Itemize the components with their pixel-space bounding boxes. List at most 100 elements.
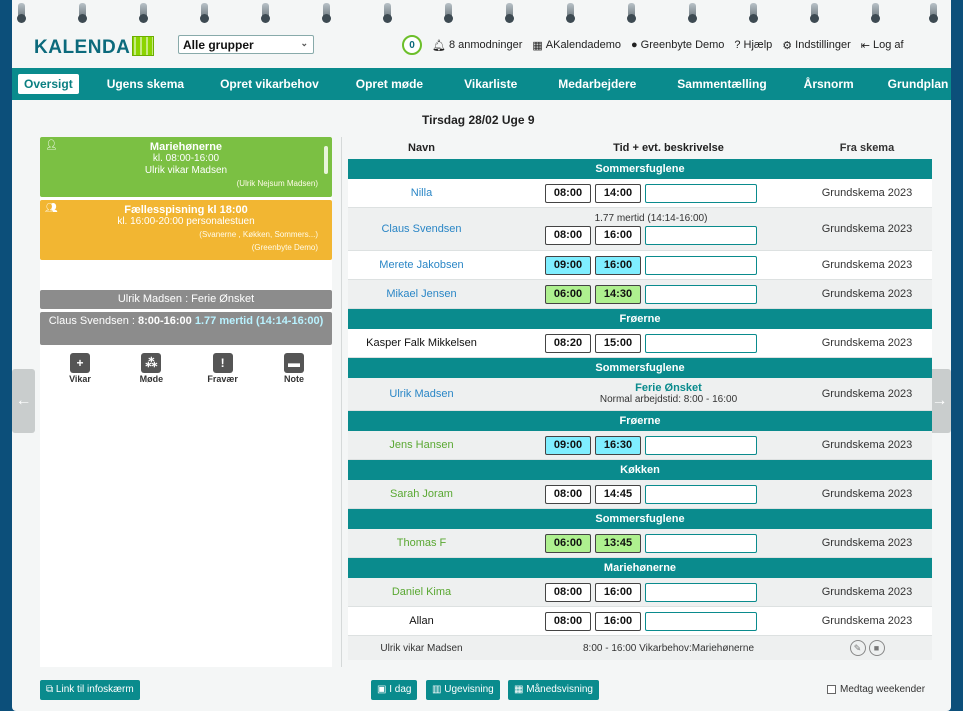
event-title: Fællesspisning kl 18:00 (124, 204, 248, 216)
absence-claus[interactable]: Claus Svendsen : 8:00-16:00 1.77 mertid … (40, 312, 332, 345)
month-view-button[interactable]: ▦ Månedsvisning (508, 680, 599, 700)
end-time[interactable]: 14:45 (595, 484, 641, 504)
end-time[interactable]: 13:45 (595, 533, 641, 553)
end-time[interactable]: 15:00 (595, 333, 641, 353)
vikar-row: Ulrik vikar Madsen 8:00 - 16:00 Vikarbeh… (348, 636, 932, 660)
add-absence-button[interactable]: ! Fravær (203, 353, 243, 384)
description-input[interactable] (645, 226, 757, 245)
description-input[interactable] (645, 611, 757, 631)
source-label: Grundskema 2023 (821, 586, 913, 598)
end-time[interactable]: 16:00 (595, 611, 641, 631)
help-link[interactable]: ? Hjælp (734, 39, 772, 51)
start-time[interactable]: 08:00 (545, 183, 591, 203)
table-row: Allan 08:00 16:00 Grundskema 2023 (348, 607, 932, 636)
weekend-checkbox[interactable] (827, 685, 836, 694)
nav-opret-vikarbehov[interactable]: Opret vikarbehov (220, 77, 319, 91)
employee-name[interactable]: Sarah Joram (348, 488, 495, 500)
event-card-mariehonerne[interactable]: 👤︎ Mariehønerne kl. 08:00-16:00 Ulrik vi… (40, 137, 332, 197)
start-time[interactable]: 09:00 (545, 435, 591, 455)
grid-icon: ▦ (514, 684, 524, 695)
description-input[interactable] (645, 533, 757, 553)
note-icon: ▬ (283, 353, 304, 373)
prev-day-arrow[interactable]: ← (12, 369, 35, 433)
start-time[interactable]: 08:00 (545, 484, 591, 504)
nav-oversigt[interactable]: Oversigt (18, 74, 79, 94)
end-time[interactable]: 14:30 (595, 284, 641, 304)
start-time[interactable]: 08:00 (545, 582, 591, 602)
description-input[interactable] (645, 183, 757, 203)
add-meeting-button[interactable]: ⁂ Møde (131, 353, 171, 384)
group-header: Køkken (348, 460, 932, 480)
employee-name[interactable]: Jens Hansen (348, 439, 495, 451)
user-link[interactable]: ● Greenbyte Demo (631, 39, 724, 51)
settings-link[interactable]: ⚙ Indstillinger (782, 39, 851, 52)
edit-icon[interactable]: ✎ (849, 640, 866, 656)
end-time[interactable]: 16:00 (595, 226, 641, 245)
group-select[interactable]: Alle grupper ⌄ (178, 35, 314, 54)
week-view-button[interactable]: ▥ Ugevisning (426, 680, 500, 700)
event-card-faellesspisning[interactable]: 👥︎ Fællesspisning kl 18:00 kl. 16:00-20:… (40, 200, 332, 260)
infoscreen-link-button[interactable]: ⧉ Link til infoskærm (40, 680, 140, 700)
group-header: Frøerne (348, 411, 932, 431)
employee-name[interactable]: Allan (348, 615, 495, 627)
nav-ugens-skema[interactable]: Ugens skema (107, 77, 184, 91)
end-time[interactable]: 14:00 (595, 183, 641, 203)
notification-count-badge[interactable]: 0 (402, 35, 422, 55)
logo[interactable]: KALENDA (34, 36, 155, 59)
app-frame: KALENDA Alle grupper ⌄ 0 🔔︎ 8 anmodninger… (12, 0, 951, 711)
event-sub: (Svanerne , Køkken, Sommers...) (199, 230, 318, 239)
calendar-icon: ▣ (377, 684, 387, 695)
user-icon: ● (631, 39, 638, 51)
bell-icon: 🔔︎ (432, 39, 446, 52)
end-time[interactable]: 16:30 (595, 435, 641, 455)
nav-vikarliste[interactable]: Vikarliste (464, 77, 517, 91)
employee-name[interactable]: Ulrik Madsen (348, 388, 495, 400)
nav-aarsnorm[interactable]: Årsnorm (804, 77, 854, 91)
requests-link[interactable]: 🔔︎ 8 anmodninger (432, 39, 522, 52)
start-time[interactable]: 08:00 (545, 611, 591, 631)
description-input[interactable] (645, 484, 757, 504)
end-time[interactable]: 16:00 (595, 582, 641, 602)
source-label: Grundskema 2023 (821, 337, 913, 349)
start-time[interactable]: 09:00 (545, 255, 591, 275)
column-divider (341, 137, 342, 667)
description-input[interactable] (645, 255, 757, 275)
employee-name[interactable]: Nilla (348, 187, 495, 199)
arrow-right-icon: → (931, 392, 948, 409)
description-input[interactable] (645, 435, 757, 455)
start-time[interactable]: 06:00 (545, 533, 591, 553)
start-time[interactable]: 08:00 (545, 226, 591, 245)
employee-name[interactable]: Thomas F (348, 537, 495, 549)
start-time[interactable]: 08:20 (545, 333, 591, 353)
nav-sammentaelling[interactable]: Sammentælling (677, 77, 766, 91)
description-input[interactable] (645, 333, 757, 353)
employee-name[interactable]: Kasper Falk Mikkelsen (348, 337, 495, 349)
card-scrollbar[interactable] (324, 146, 328, 174)
quick-actions: + Vikar ⁂ Møde ! Fravær ▬ Note (40, 353, 332, 384)
source-label: Grundskema 2023 (821, 488, 913, 500)
employee-name[interactable]: Claus Svendsen (348, 223, 495, 235)
external-link-icon: ⧉ (46, 684, 54, 695)
org-link[interactable]: ▦ AKalendademo (532, 39, 621, 52)
event-time: kl. 08:00-16:00 (152, 153, 220, 164)
description-input[interactable] (645, 582, 757, 602)
delete-icon[interactable]: ■ (868, 640, 885, 656)
employee-name[interactable]: Merete Jakobsen (348, 259, 495, 271)
description-input[interactable] (645, 284, 757, 304)
absence-ulrik[interactable]: Ulrik Madsen : Ferie Ønsket (40, 290, 332, 309)
employee-name[interactable]: Mikael Jensen (348, 288, 495, 300)
today-button[interactable]: ▣ I dag (371, 680, 418, 700)
add-note-button[interactable]: ▬ Note (274, 353, 314, 384)
add-vikar-button[interactable]: + Vikar (60, 353, 100, 384)
logout-link[interactable]: ⇤ Log af (861, 39, 904, 52)
table-row: Merete Jakobsen 09:00 16:00 Grundskema 20… (348, 251, 932, 280)
employee-name[interactable]: Daniel Kima (348, 586, 495, 598)
weekend-toggle[interactable]: Medtag weekender (827, 684, 925, 695)
nav-grundplan[interactable]: Grundplan (888, 77, 949, 91)
top-header: KALENDA Alle grupper ⌄ 0 🔔︎ 8 anmodninger… (12, 24, 951, 64)
nav-opret-mode[interactable]: Opret møde (356, 77, 423, 91)
nav-medarbejdere[interactable]: Medarbejdere (558, 77, 636, 91)
end-time[interactable]: 16:00 (595, 255, 641, 275)
exclamation-icon: ! (212, 353, 233, 373)
start-time[interactable]: 06:00 (545, 284, 591, 304)
